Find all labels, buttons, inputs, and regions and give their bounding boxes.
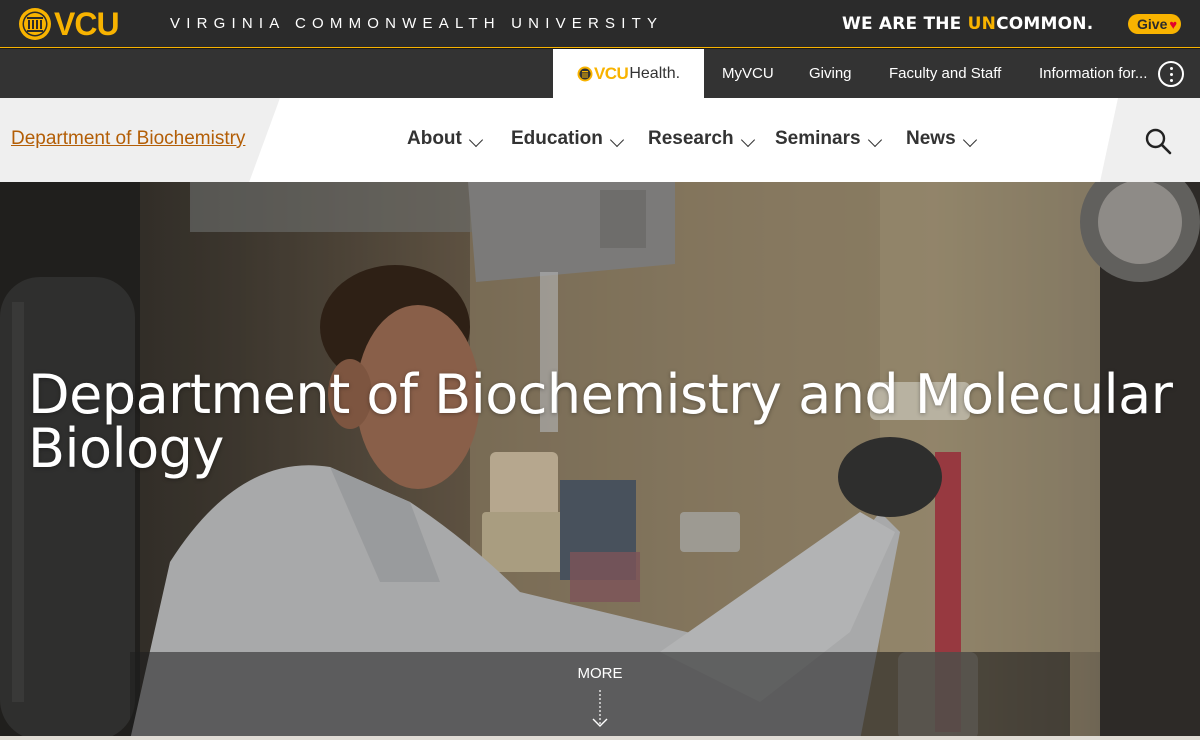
- vcu-health-logo-vcu: VCU: [593, 63, 629, 83]
- brand-bar: VCU VIRGINIA COMMONWEALTH UNIVERSITY WE …: [0, 0, 1200, 48]
- chevron-down-icon: [962, 132, 977, 148]
- nav-item-label: Education: [511, 128, 603, 149]
- hero-title: Department of Biochemistry and Molecular…: [28, 363, 1173, 480]
- util-link-myvcu[interactable]: MyVCU: [722, 65, 774, 82]
- nav-item-seminars[interactable]: Seminars: [775, 128, 882, 150]
- chevron-down-icon: [609, 132, 624, 148]
- util-link-information-for[interactable]: Information for...: [1039, 65, 1147, 82]
- nav-item-label: About: [407, 128, 462, 149]
- tagline-post: COMMON.: [996, 14, 1094, 34]
- vcu-logo-text: VCU: [54, 6, 120, 42]
- chevron-down-icon: [740, 132, 755, 148]
- vcu-health-link[interactable]: VCU Health.: [553, 49, 704, 98]
- more-options-icon[interactable]: [1158, 61, 1184, 87]
- tagline-highlight: UN: [967, 14, 997, 34]
- tagline: WE ARE THE UNCOMMON.: [842, 14, 1093, 34]
- university-name: VIRGINIA COMMONWEALTH UNIVERSITY: [170, 15, 664, 32]
- nav-item-label: News: [906, 128, 956, 149]
- utility-nav: VCU Health. MyVCU Giving Faculty and Sta…: [0, 49, 1200, 98]
- chevron-down-icon: [867, 132, 882, 148]
- arrow-down-icon[interactable]: [591, 690, 609, 730]
- util-link-giving[interactable]: Giving: [809, 65, 852, 82]
- heart-icon: ♥: [1169, 16, 1178, 32]
- department-header: Department of Biochemistry About Educati…: [0, 98, 1200, 182]
- chevron-down-icon: [468, 132, 483, 148]
- give-label: Give: [1137, 16, 1168, 32]
- search-icon[interactable]: [1144, 127, 1172, 155]
- vcu-seal-icon: [19, 8, 51, 40]
- nav-item-news[interactable]: News: [906, 128, 977, 150]
- vcu-health-logo-health: Health.: [629, 64, 681, 82]
- vcu-logo[interactable]: VCU: [18, 6, 120, 42]
- vcu-health-seal-icon: [577, 66, 593, 81]
- give-button[interactable]: Give ♥: [1128, 14, 1182, 34]
- more-link[interactable]: MORE: [540, 665, 660, 682]
- page-divider: [0, 736, 1200, 740]
- nav-item-label: Research: [648, 128, 734, 149]
- nav-item-education[interactable]: Education: [511, 128, 624, 150]
- department-name-link[interactable]: Department of Biochemistry: [11, 128, 245, 150]
- hero-banner: Department of Biochemistry and Molecular…: [0, 182, 1200, 740]
- nav-item-about[interactable]: About: [407, 128, 483, 150]
- nav-item-research[interactable]: Research: [648, 128, 755, 150]
- util-link-faculty-staff[interactable]: Faculty and Staff: [889, 65, 1001, 82]
- tagline-pre: WE ARE THE: [842, 14, 968, 34]
- nav-item-label: Seminars: [775, 128, 861, 149]
